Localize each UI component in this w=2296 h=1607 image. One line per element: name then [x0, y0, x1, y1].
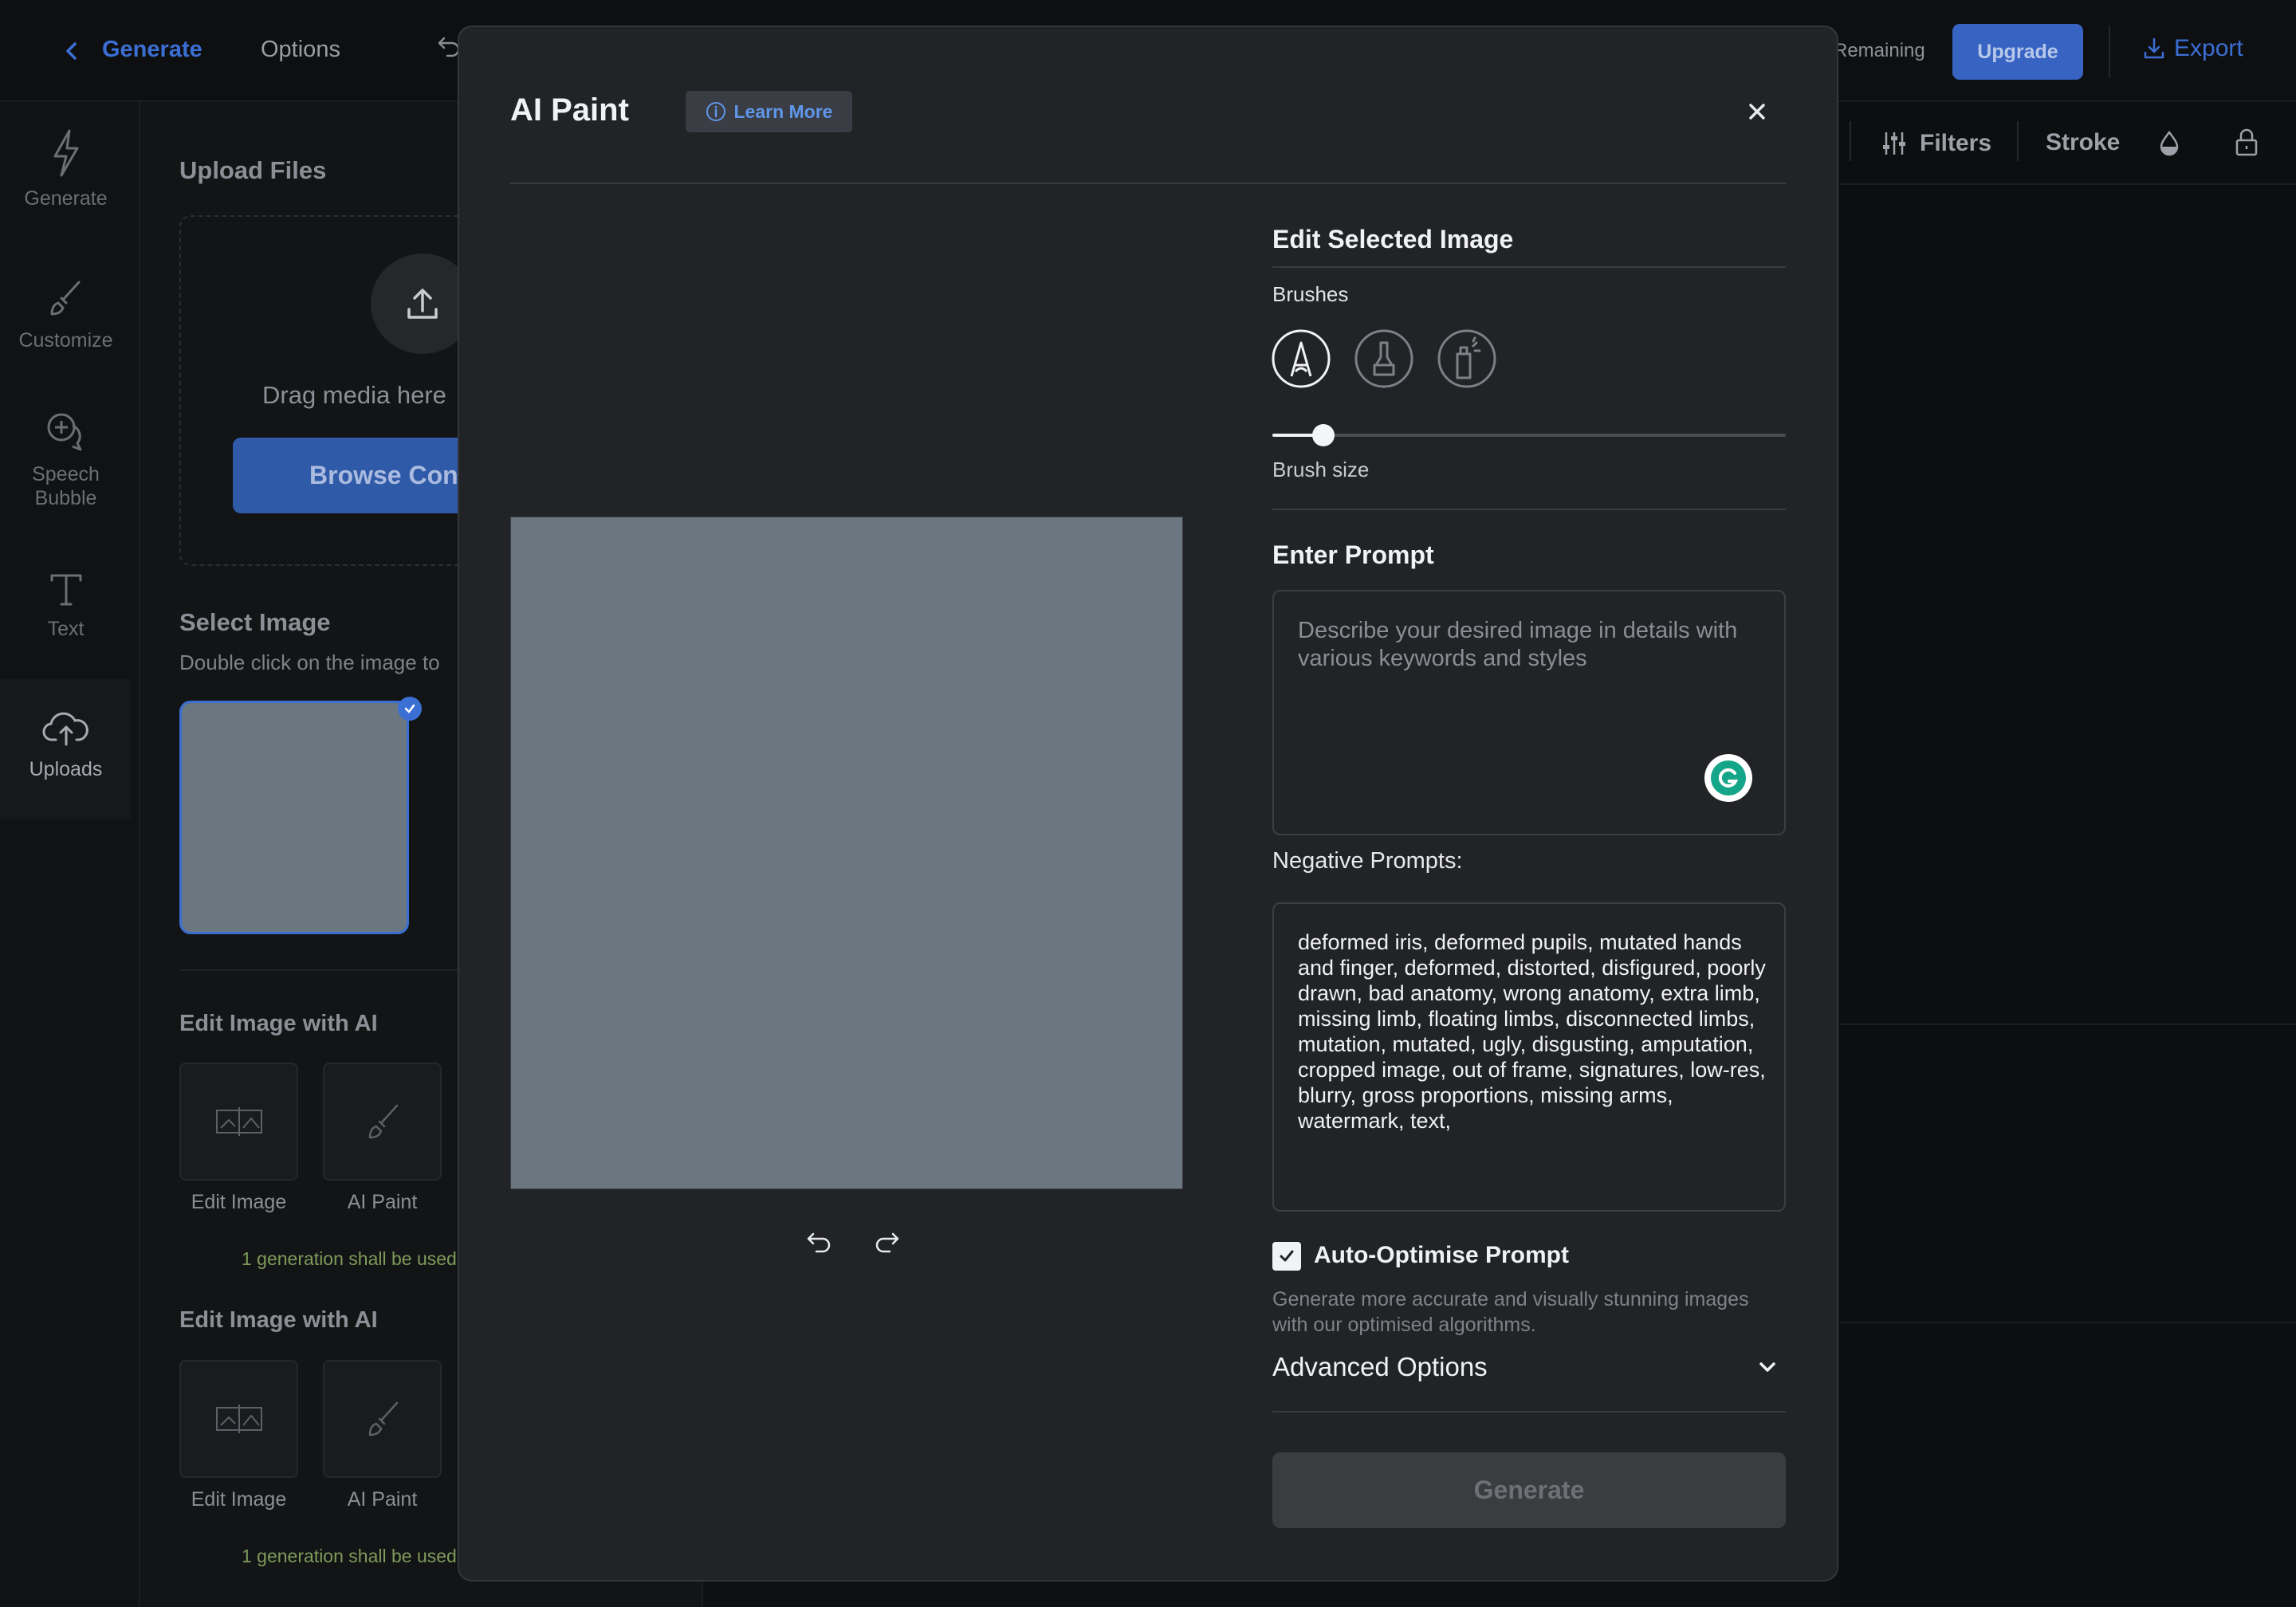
image-paint-canvas[interactable]: [510, 517, 1183, 1189]
prompt-input[interactable]: [1298, 617, 1744, 792]
spray-brush-icon[interactable]: [1437, 328, 1497, 389]
edit-with-ai-title: Edit Image with AI: [179, 1011, 378, 1036]
selected-check-icon: [398, 697, 422, 721]
lock-icon[interactable]: [2231, 126, 2263, 158]
brush-icon: [50, 281, 80, 316]
paint-brush-icon: [368, 1104, 398, 1139]
edit-selected-image-title: Edit Selected Image: [1272, 225, 1514, 253]
topbar-divider: [2109, 26, 2110, 78]
uploaded-image-thumbnail[interactable]: [179, 701, 409, 934]
undo-icon[interactable]: [804, 1228, 834, 1258]
speech-bubble-icon: [47, 413, 81, 451]
auto-optimise-description: Generate more accurate and visually stun…: [1272, 1288, 1749, 1336]
toolbar-divider: [1850, 121, 1851, 161]
section-divider: [1272, 266, 1786, 268]
filters-button[interactable]: Filters: [1880, 129, 1991, 158]
auto-optimise-label[interactable]: Auto-Optimise Prompt: [1314, 1242, 1569, 1269]
rail-item-speech-bubble[interactable]: Speech Bubble: [0, 410, 132, 510]
negative-prompts-text: deformed iris, deformed pupils, mutated …: [1298, 930, 1766, 1133]
brushes-label: Brushes: [1272, 282, 1349, 306]
generate-nav-link[interactable]: Generate: [102, 37, 202, 63]
sliders-icon: [1883, 132, 1905, 155]
edit-with-ai-title: Edit Image with AI: [179, 1307, 378, 1333]
options-nav-link[interactable]: Options: [261, 37, 340, 63]
rail-item-generate[interactable]: Generate: [0, 128, 132, 210]
section-divider: [1272, 509, 1786, 510]
redo-icon[interactable]: [872, 1228, 902, 1258]
rail-item-text[interactable]: Text: [0, 568, 132, 641]
modal-title: AI Paint: [510, 92, 629, 128]
text-icon: [50, 574, 81, 606]
canvas-divider: [1840, 1024, 2296, 1025]
opacity-drop-icon[interactable]: [2156, 129, 2183, 156]
checkmark-icon: [1280, 1250, 1294, 1262]
edit-image-tool[interactable]: [179, 1360, 298, 1478]
brush-size-label: Brush size: [1272, 458, 1370, 481]
negative-prompts-title: Negative Prompts:: [1272, 848, 1463, 874]
canvas-divider: [1840, 183, 2296, 185]
ai-paint-label: AI Paint: [347, 1488, 418, 1511]
upload-files-title: Upload Files: [179, 156, 327, 184]
generation-usage-note: 1 generation shall be used: [242, 1546, 457, 1566]
paint-brush-icon: [368, 1401, 398, 1436]
edit-image-icon: [215, 1405, 262, 1433]
learn-more-label: Learn More: [733, 100, 833, 122]
canvas-divider: [1840, 1322, 2296, 1323]
close-icon[interactable]: [1741, 96, 1773, 128]
drag-media-text: Drag media here: [262, 381, 446, 409]
remaining-credits-text: Remaining: [1834, 40, 1925, 61]
edit-image-tool[interactable]: [179, 1063, 298, 1181]
select-image-hint: Double click on the image to: [179, 650, 440, 674]
ai-paint-tool[interactable]: [323, 1063, 442, 1181]
info-icon: [706, 102, 725, 121]
generate-button[interactable]: Generate: [1272, 1452, 1786, 1528]
export-button[interactable]: Export: [2141, 35, 2243, 62]
pencil-brush-icon[interactable]: [1271, 328, 1331, 389]
edit-image-label: Edit Image: [191, 1488, 287, 1511]
learn-more-button[interactable]: Learn More: [686, 91, 852, 132]
toolbar-divider: [2017, 121, 2019, 161]
rail-item-label: Text: [47, 618, 85, 640]
generation-usage-note: 1 generation shall be used: [242, 1248, 457, 1269]
grammarly-icon[interactable]: [1704, 754, 1752, 802]
rail-item-label: Generate: [24, 187, 108, 210]
export-label: Export: [2174, 35, 2243, 61]
upgrade-button[interactable]: Upgrade: [1952, 24, 2083, 80]
rail-item-uploads[interactable]: Uploads: [0, 679, 132, 819]
advanced-options-toggle[interactable]: Advanced Options: [1272, 1352, 1488, 1382]
stroke-button[interactable]: Stroke: [2046, 129, 2120, 156]
chevron-down-icon[interactable]: [1754, 1354, 1781, 1381]
auto-optimise-checkbox[interactable]: [1272, 1242, 1301, 1271]
lightning-icon: [53, 129, 78, 177]
brush-size-slider-track[interactable]: [1272, 434, 1786, 437]
editor-canvas-area: [1840, 102, 2296, 1607]
ai-paint-tool[interactable]: [323, 1360, 442, 1478]
rail-item-label: Uploads: [29, 758, 103, 780]
section-divider: [179, 969, 498, 971]
rail-item-label: Speech Bubble: [32, 463, 100, 509]
filters-label: Filters: [1920, 130, 1992, 156]
browse-computer-button[interactable]: Browse Con: [233, 438, 488, 513]
back-chevron-icon[interactable]: [56, 35, 88, 67]
edit-image-label: Edit Image: [191, 1191, 287, 1213]
modal-divider: [510, 183, 1786, 184]
section-divider: [1272, 1411, 1786, 1413]
cloud-upload-icon: [42, 712, 88, 746]
enter-prompt-title: Enter Prompt: [1272, 540, 1434, 569]
edit-image-icon: [215, 1107, 262, 1136]
export-icon: [2141, 35, 2168, 62]
ai-paint-label: AI Paint: [347, 1191, 418, 1213]
rail-item-label: Customize: [18, 329, 113, 352]
select-image-title: Select Image: [179, 608, 331, 636]
rail-item-customize[interactable]: Customize: [0, 276, 132, 352]
marker-brush-icon[interactable]: [1354, 328, 1414, 389]
